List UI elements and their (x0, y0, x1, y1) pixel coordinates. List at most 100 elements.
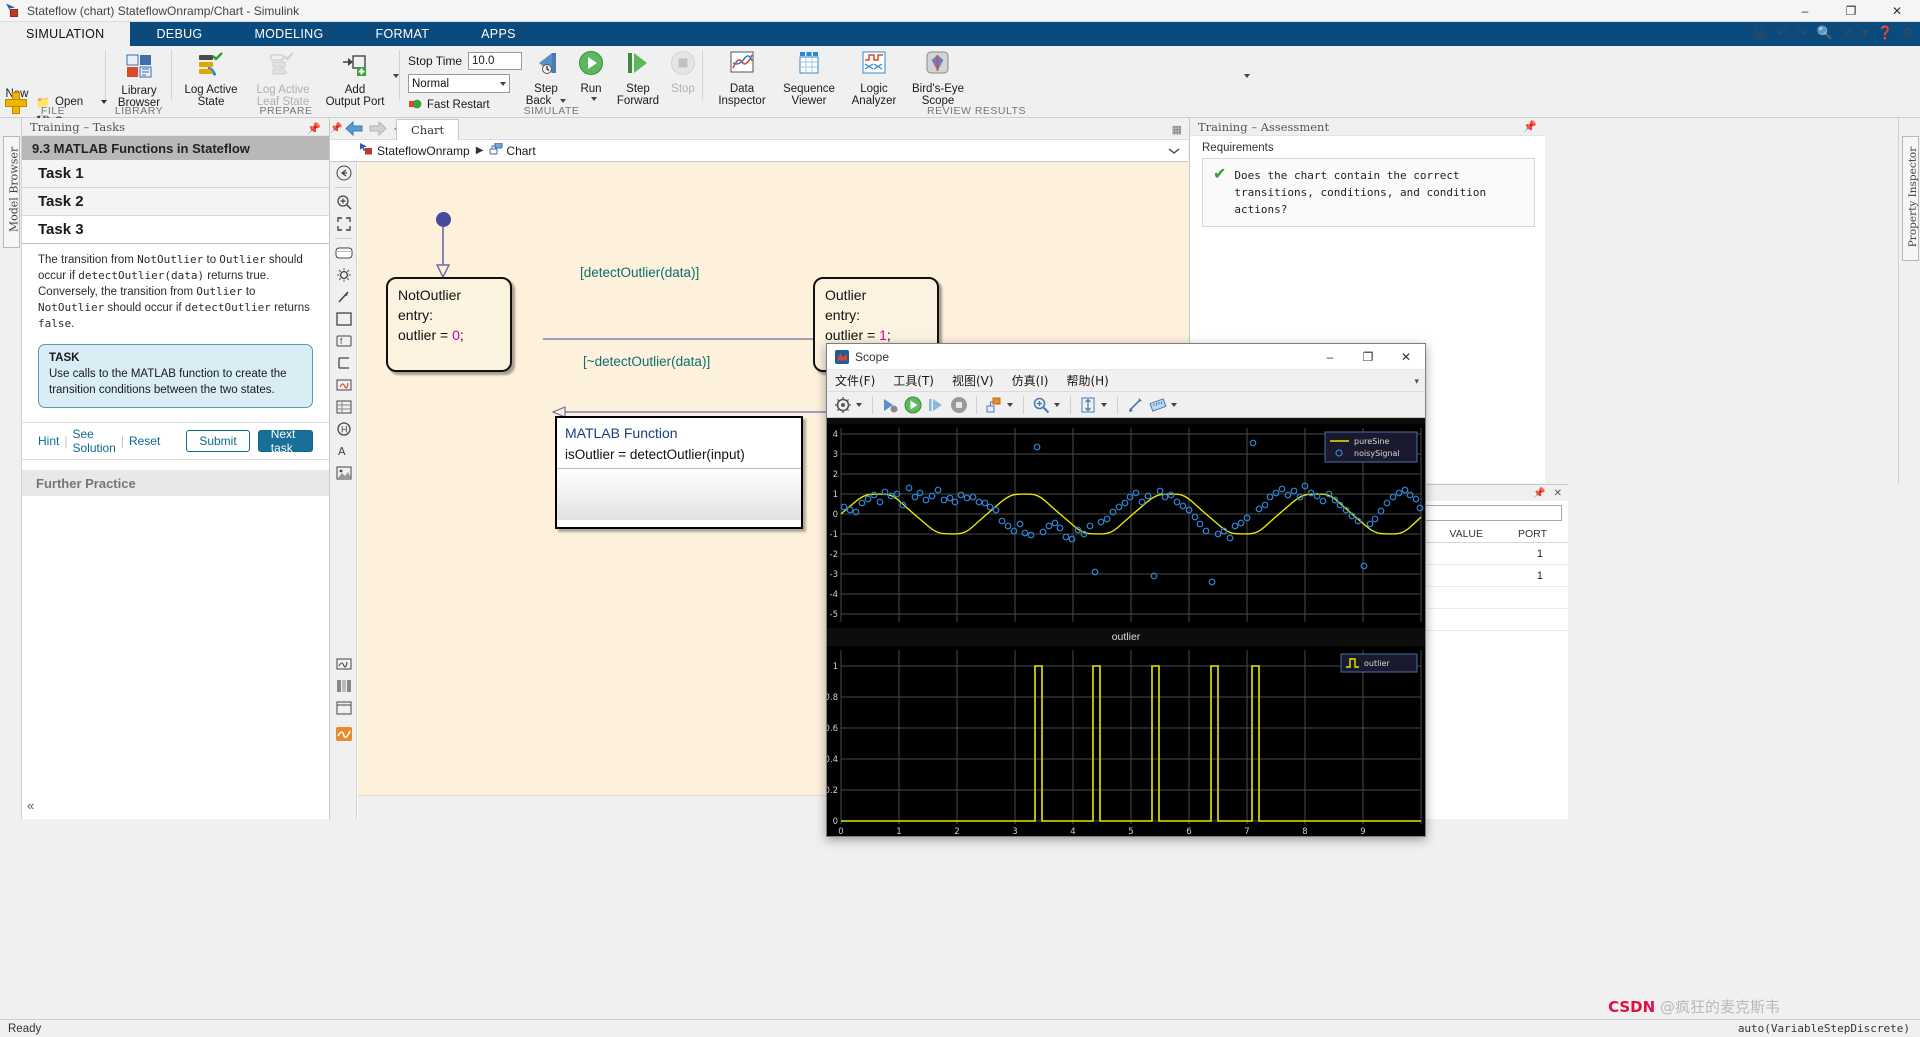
task-row-3[interactable]: Task 3 (22, 216, 329, 244)
breadcrumb-item-model[interactable]: StateflowOnramp (360, 143, 470, 158)
scope-plot-outlier[interactable]: 1 0.8 0.6 0.4 0.2 0 outlier (827, 646, 1425, 836)
add-output-port-button[interactable]: Add Output Port (322, 52, 388, 108)
image-annotation-tool-icon[interactable] (330, 462, 357, 484)
chart-tab[interactable]: Chart (396, 119, 459, 140)
step-back-caret-icon[interactable] (560, 99, 566, 103)
scope-stop-icon[interactable] (949, 395, 969, 415)
breadcrumb-caret-icon[interactable] (1168, 144, 1180, 158)
next-task-button[interactable]: Next task (258, 430, 313, 452)
junction-tool-icon[interactable] (330, 264, 357, 286)
scope-config-icon[interactable] (833, 395, 853, 415)
step-forward-button[interactable]: Step Forward (612, 50, 664, 107)
minimize-button[interactable]: – (1782, 0, 1828, 22)
tab-simulation[interactable]: SIMULATION (0, 22, 130, 46)
scope-menu-file[interactable]: 文件(F) (835, 372, 875, 389)
scope-measurements-icon[interactable] (1148, 395, 1168, 415)
run-caret-icon[interactable] (591, 97, 597, 101)
close-button[interactable]: ✕ (1874, 0, 1920, 22)
transition-label-to-outlier[interactable]: [detectOutlier(data)] (580, 265, 699, 280)
see-solution-link[interactable]: See Solution (72, 427, 115, 455)
help-icon[interactable]: ❓ (1877, 25, 1893, 41)
transition-label-to-notoutlier[interactable]: [~detectOutlier(data)] (583, 354, 710, 369)
explore-back-icon[interactable] (330, 162, 357, 184)
annotation-tool-icon[interactable]: A (330, 440, 357, 462)
collapse-panel-icon[interactable]: « (27, 798, 34, 813)
maximize-button[interactable]: ❐ (1828, 0, 1874, 22)
scope-menu-view[interactable]: 视图(V) (952, 372, 994, 389)
matlab-function-tool-icon[interactable] (330, 374, 357, 396)
run-button[interactable]: Run (570, 50, 612, 101)
scope-autoscale-icon[interactable] (1078, 395, 1098, 415)
scope-step-forward-icon[interactable] (926, 395, 946, 415)
sequence-viewer-button[interactable]: Sequence Viewer (775, 50, 843, 107)
simulation-mode-select[interactable]: Normal (408, 74, 510, 93)
model-browser-tab[interactable]: Model Browser (3, 136, 20, 248)
scope-close-button[interactable]: ✕ (1387, 344, 1425, 370)
scope-play-icon[interactable] (903, 395, 923, 415)
scope-layout-icon[interactable] (984, 395, 1004, 415)
fit-to-view-icon[interactable] (330, 213, 357, 235)
scope-layout-caret-icon[interactable] (1007, 403, 1013, 407)
symbols-close-icon[interactable]: ✕ (1554, 488, 1562, 499)
birds-eye-scope-button[interactable]: Bird's-Eye Scope (905, 50, 971, 107)
canvas-pin-icon[interactable]: 📌 (330, 123, 342, 134)
data-inspector-button[interactable]: Data Inspector (709, 50, 775, 107)
help-tool-icon[interactable] (330, 697, 357, 719)
tab-modeling[interactable]: MODELING (228, 22, 349, 46)
scope-menu-simulation[interactable]: 仿真(I) (1012, 372, 1049, 389)
default-transition-junction[interactable] (436, 212, 451, 227)
print-preview-icon[interactable]: 🖨 (1751, 25, 1768, 41)
logic-analyzer-button[interactable]: Logic Analyzer (843, 50, 905, 107)
step-back-button[interactable]: Step Back (522, 50, 570, 107)
further-practice-section[interactable]: Further Practice (22, 470, 329, 496)
box-tool-icon[interactable] (330, 308, 357, 330)
scope-zoom-caret-icon[interactable] (1054, 403, 1060, 407)
scope-measurements-caret-icon[interactable] (1171, 403, 1177, 407)
prepare-more-caret-icon[interactable] (388, 74, 399, 78)
state-tool-icon[interactable] (330, 242, 357, 264)
truth-table-tool-icon[interactable] (330, 396, 357, 418)
tab-apps[interactable]: APPS (455, 22, 542, 46)
library-browser-button[interactable]: Library Browser (108, 54, 170, 109)
matlab-badge-icon[interactable] (330, 723, 357, 745)
tab-debug[interactable]: DEBUG (130, 22, 228, 46)
scope-maximize-button[interactable]: ❐ (1349, 344, 1387, 370)
reset-link[interactable]: Reset (129, 434, 160, 448)
share-icon[interactable]: ↗ (1842, 25, 1853, 41)
undo-icon[interactable]: ↶ (1777, 25, 1788, 41)
scope-menu-expand-icon[interactable]: ▾ (1414, 377, 1419, 387)
scope-run-simulation-icon[interactable] (880, 395, 900, 415)
viewer-tool-icon[interactable] (330, 653, 357, 675)
table-row[interactable]: 1 (1411, 565, 1568, 587)
canvas-layout-icon[interactable]: ▦ (1172, 123, 1182, 136)
breadcrumb-item-chart[interactable]: Chart (489, 143, 535, 158)
search-icon[interactable]: 🔍 (1817, 25, 1833, 41)
symbols-search-input[interactable] (1417, 505, 1562, 521)
scope-plot-signal[interactable]: 4 3 2 1 0 -1 -2 -3 -4 -5 (827, 424, 1425, 628)
graphical-function-tool-icon[interactable] (330, 352, 357, 374)
tasks-panel-pin-icon[interactable]: 📌 (307, 122, 321, 135)
zoom-in-icon[interactable] (330, 191, 357, 213)
settings-icon[interactable]: ⚙ (1902, 25, 1914, 41)
submit-button[interactable]: Submit (186, 430, 249, 452)
property-inspector-tab[interactable]: Property Inspector (1902, 136, 1919, 261)
tab-format[interactable]: FORMAT (350, 22, 456, 46)
scope-config-caret-icon[interactable] (856, 403, 862, 407)
task-row-2[interactable]: Task 2 (22, 188, 329, 216)
scope-window[interactable]: Scope – ❐ ✕ 文件(F) 工具(T) 视图(V) 仿真(I) 帮助(H… (826, 343, 1426, 837)
scope-cursor-icon[interactable] (1125, 395, 1145, 415)
scope-menu-tools[interactable]: 工具(T) (893, 372, 934, 389)
log-active-state-button[interactable]: Log Active State (175, 52, 247, 108)
task-row-1[interactable]: Task 1 (22, 160, 329, 188)
transition-tool-icon[interactable] (330, 286, 357, 308)
scope-zoom-icon[interactable] (1031, 395, 1051, 415)
scope-minimize-button[interactable]: – (1311, 344, 1349, 370)
history-junction-tool-icon[interactable]: H (330, 418, 357, 440)
scope-autoscale-caret-icon[interactable] (1101, 403, 1107, 407)
state-notoutlier[interactable]: NotOutlier entry: outlier = 0; (386, 277, 512, 372)
scope-menu-help[interactable]: 帮助(H) (1066, 372, 1108, 389)
review-more-caret-icon[interactable] (1239, 74, 1250, 78)
back-button[interactable] (342, 119, 366, 139)
stop-time-input[interactable]: 10.0 (468, 52, 522, 70)
matlab-function-block[interactable]: MATLAB Function isOutlier = detectOutlie… (555, 416, 803, 529)
